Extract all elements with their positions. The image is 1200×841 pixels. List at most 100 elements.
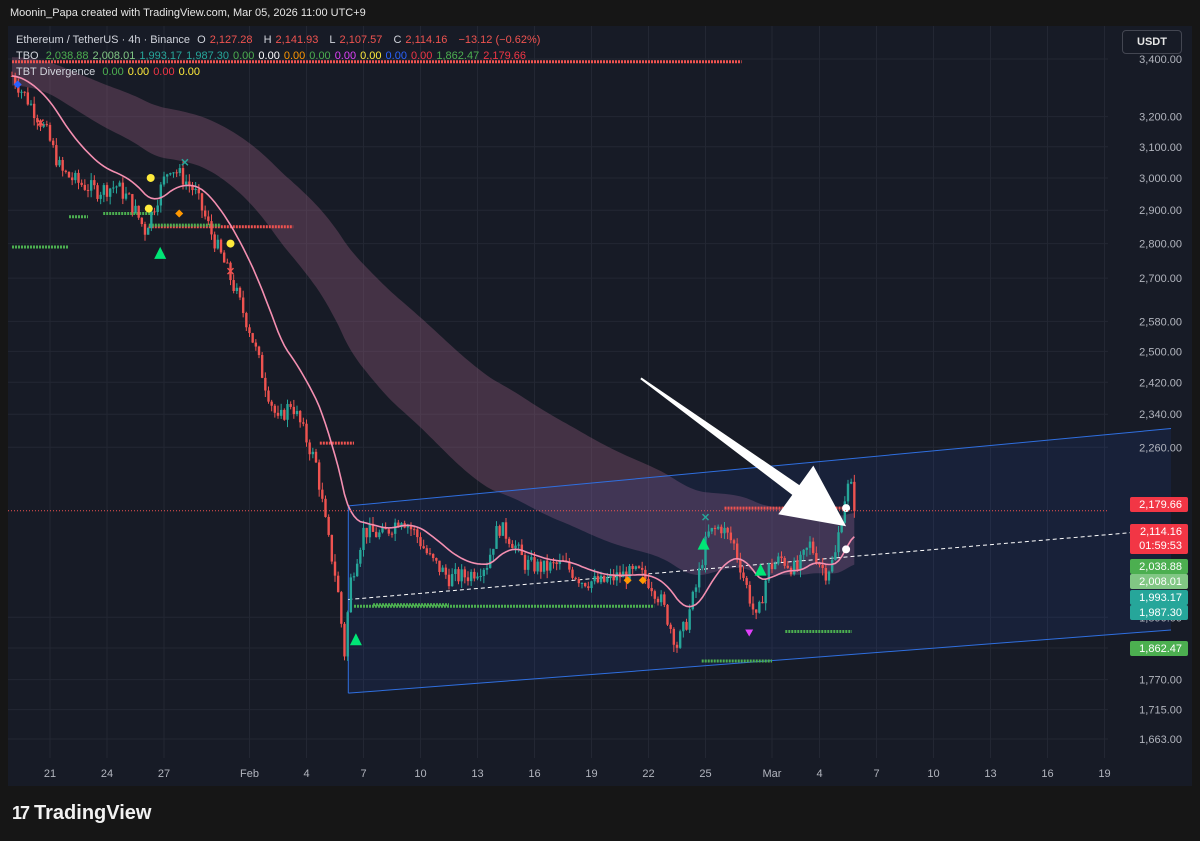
candle-body	[777, 556, 780, 564]
x-axis-tick-label: 13	[471, 768, 483, 780]
candle-body	[834, 552, 837, 560]
candle-body	[454, 569, 457, 575]
y-axis-tick-label: 3,100.00	[1139, 142, 1182, 154]
candle-body	[267, 390, 270, 402]
candle-body	[238, 287, 242, 298]
y-axis-tick-label: 2,500.00	[1139, 346, 1182, 358]
price-chart[interactable]: 3,400.00 3,200.00 3,100.00 3,000.00 2,900.00…	[8, 26, 1192, 786]
candle-body	[210, 221, 213, 235]
candle-body	[327, 516, 330, 535]
legend-tbt-row[interactable]: TBT Divergence 0.00 0.00 0.00 0.00	[16, 64, 544, 80]
candle-body	[631, 566, 634, 569]
candle-body	[286, 404, 289, 420]
candle-body	[289, 404, 292, 407]
candle-body	[615, 572, 619, 581]
candle-body	[283, 409, 286, 420]
candle-body	[688, 609, 691, 630]
candle-body	[485, 567, 489, 570]
candle-body	[67, 171, 71, 178]
candle-body	[387, 529, 391, 534]
currency-button[interactable]: USDT	[1122, 30, 1182, 54]
x-axis-tick-label: 22	[642, 768, 654, 780]
candle-body	[295, 411, 299, 415]
candle-body	[203, 210, 207, 217]
candle-body	[393, 522, 397, 534]
candle-body	[536, 561, 539, 572]
candle-body	[146, 228, 150, 235]
candle-body	[153, 211, 156, 213]
dot-marker	[146, 173, 155, 182]
candle-body	[232, 280, 235, 291]
candle-body	[533, 557, 536, 572]
candle-body	[552, 562, 555, 564]
candle-body	[181, 168, 185, 185]
candle-body	[336, 575, 340, 593]
candle-body	[853, 481, 856, 512]
candle-body	[849, 481, 853, 484]
candle-body	[650, 588, 653, 592]
price-tag-label: 2,179.66	[1139, 499, 1182, 511]
candle-body	[140, 217, 144, 225]
candle-body	[802, 549, 805, 555]
candle-body	[827, 571, 831, 581]
candle-body	[574, 577, 577, 580]
tbo-value-3: 1,987.30	[186, 50, 229, 62]
ohlc-high: H 2,141.93	[264, 34, 323, 46]
candle-body	[460, 569, 463, 582]
x-axis-tick-label: 7	[360, 768, 366, 780]
candle-body	[137, 205, 140, 218]
candle-body	[745, 577, 748, 585]
tbo-value-5: 0.00	[258, 50, 280, 62]
candle-body	[441, 567, 444, 572]
candle-body	[716, 526, 720, 529]
candle-body	[488, 554, 492, 568]
dot-marker	[226, 239, 235, 248]
x-axis-tick-label: 24	[101, 768, 113, 780]
candle-body	[105, 185, 109, 197]
candle-body	[80, 182, 83, 185]
legend-symbol-row[interactable]: Ethereum / TetherUS · 4h · Binance O 2,12…	[16, 32, 544, 48]
close-label: C	[393, 34, 402, 46]
candle-body	[150, 211, 153, 229]
candle-body	[213, 234, 216, 249]
legend-tbo-row[interactable]: TBO 2,038.88 2,008.01 1,993.17 1,987.30 0.00…	[16, 48, 544, 64]
y-axis-tick-label: 2,900.00	[1139, 205, 1182, 217]
x-axis-tick-label: Mar	[763, 768, 782, 780]
candle-body	[235, 287, 239, 291]
candle-body	[270, 401, 273, 406]
candle-body	[428, 553, 432, 555]
candle-body	[112, 187, 115, 189]
candle-body	[352, 576, 356, 578]
candle-body	[321, 489, 324, 499]
candle-body	[416, 529, 419, 538]
candle-body	[606, 577, 609, 582]
candle-body	[412, 529, 416, 531]
x-axis-tick-label: 4	[303, 768, 309, 780]
open-value: 2,127.28	[209, 34, 253, 46]
candle-body	[517, 544, 520, 546]
price-tag-label: 2,008.01	[1139, 576, 1182, 588]
candle-body	[26, 92, 30, 105]
candle-body	[378, 532, 381, 538]
candle-body	[590, 581, 593, 589]
candle-body	[241, 297, 245, 314]
candle-body	[260, 355, 264, 378]
candle-body	[48, 124, 52, 141]
candle-body	[346, 612, 349, 657]
credit-text: Moonin_Papa created with TradingView.com…	[10, 7, 366, 19]
candle-body	[808, 541, 812, 548]
low-value: 2,107.57	[339, 34, 383, 46]
ohlc-low: L 2,107.57	[329, 34, 386, 46]
tbo-value-4: 0.00	[233, 50, 255, 62]
candle-body	[463, 569, 467, 578]
candle-body	[479, 575, 482, 577]
candle-body	[707, 531, 710, 537]
candle-body	[621, 571, 625, 578]
candle-body	[780, 556, 783, 559]
candle-body	[264, 377, 267, 391]
candle-body	[669, 624, 672, 629]
candle-body	[796, 560, 799, 570]
chart-pane[interactable]: 3,400.00 3,200.00 3,100.00 3,000.00 2,900.00…	[8, 26, 1192, 786]
price-tag-countdown: 01:59:53	[1139, 540, 1182, 552]
tradingview-logo[interactable]: 17 TradingView	[12, 802, 151, 825]
